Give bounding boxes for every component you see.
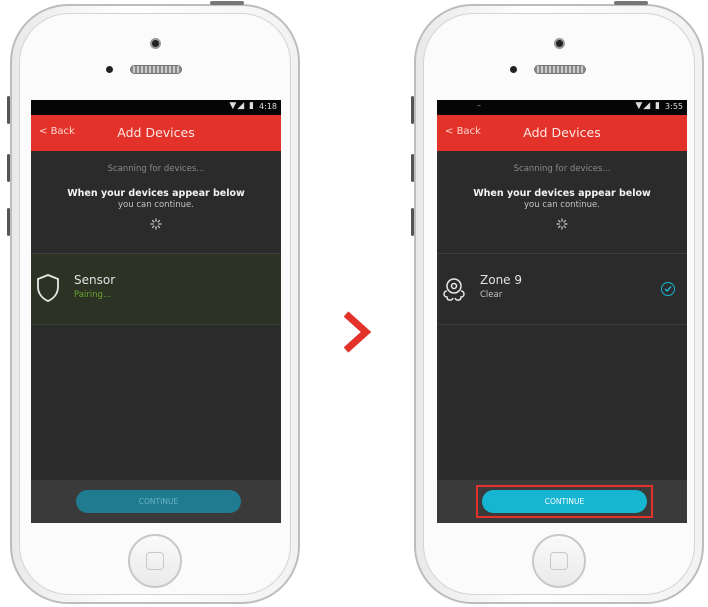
signal-battery-icons: ▼◢ ▮ <box>229 101 255 111</box>
signal-battery-icons: ▼◢ ▮ <box>635 101 661 111</box>
instruction-heading: When your devices appear below <box>67 188 245 199</box>
scanning-text: Scanning for devices... <box>107 164 205 174</box>
status-bar: – ▼◢ ▮ 3:55 <box>437 100 687 115</box>
shield-icon <box>37 274 59 302</box>
front-camera <box>554 38 565 49</box>
smoke-detector-icon <box>443 278 465 301</box>
notification-icon: – <box>477 101 481 110</box>
phone-right: – ▼◢ ▮ 3:55 < Back Add Devices Scanning … <box>411 1 704 604</box>
mute-switch <box>7 96 10 124</box>
bottom-bar: CONTINUE <box>437 480 687 523</box>
home-button <box>128 534 182 588</box>
proximity-sensor <box>510 66 517 73</box>
status-time: 3:55 <box>665 102 683 111</box>
volume-up-button <box>411 154 414 182</box>
device-name: Sensor <box>74 273 116 287</box>
earpiece-speaker <box>534 65 586 74</box>
power-button <box>210 1 244 5</box>
spinner-icon <box>150 218 162 230</box>
page-title: Add Devices <box>523 125 601 140</box>
volume-down-button <box>411 208 414 236</box>
screen: ▼◢ ▮ 4:18 < Back Add Devices Scanning fo… <box>31 100 281 523</box>
earpiece-speaker <box>130 65 182 74</box>
device-status: Clear <box>480 290 503 300</box>
nav-bar: < Back Add Devices <box>437 115 687 151</box>
divider <box>31 324 281 325</box>
scanning-text: Scanning for devices... <box>513 164 611 174</box>
divider <box>437 324 687 325</box>
phone-left: ▼◢ ▮ 4:18 < Back Add Devices Scanning fo… <box>7 1 300 604</box>
status-time: 4:18 <box>259 102 277 111</box>
bottom-bar: CONTINUE <box>31 480 281 523</box>
device-row[interactable]: Sensor Pairing... <box>31 254 281 324</box>
status-bar: ▼◢ ▮ 4:18 <box>31 100 281 115</box>
instruction-heading: When your devices appear below <box>473 188 651 199</box>
screen: – ▼◢ ▮ 3:55 < Back Add Devices Scanning … <box>437 100 687 523</box>
spinner-icon <box>556 218 568 230</box>
instruction-subtext: you can continue. <box>118 200 194 210</box>
continue-button[interactable]: CONTINUE <box>482 490 647 513</box>
device-row[interactable]: Zone 9 Clear <box>437 254 687 324</box>
continue-button[interactable]: CONTINUE <box>76 490 241 513</box>
volume-up-button <box>7 154 10 182</box>
device-status: Pairing... <box>74 290 112 300</box>
instruction-subtext: you can continue. <box>524 200 600 210</box>
home-button <box>532 534 586 588</box>
power-button <box>614 1 648 5</box>
volume-down-button <box>7 208 10 236</box>
proximity-sensor <box>106 66 113 73</box>
mute-switch <box>411 96 414 124</box>
chevron-right-icon <box>343 311 372 353</box>
device-name: Zone 9 <box>480 273 522 287</box>
nav-bar: < Back Add Devices <box>31 115 281 151</box>
front-camera <box>150 38 161 49</box>
check-circle-icon <box>661 282 675 296</box>
page-title: Add Devices <box>117 125 195 140</box>
